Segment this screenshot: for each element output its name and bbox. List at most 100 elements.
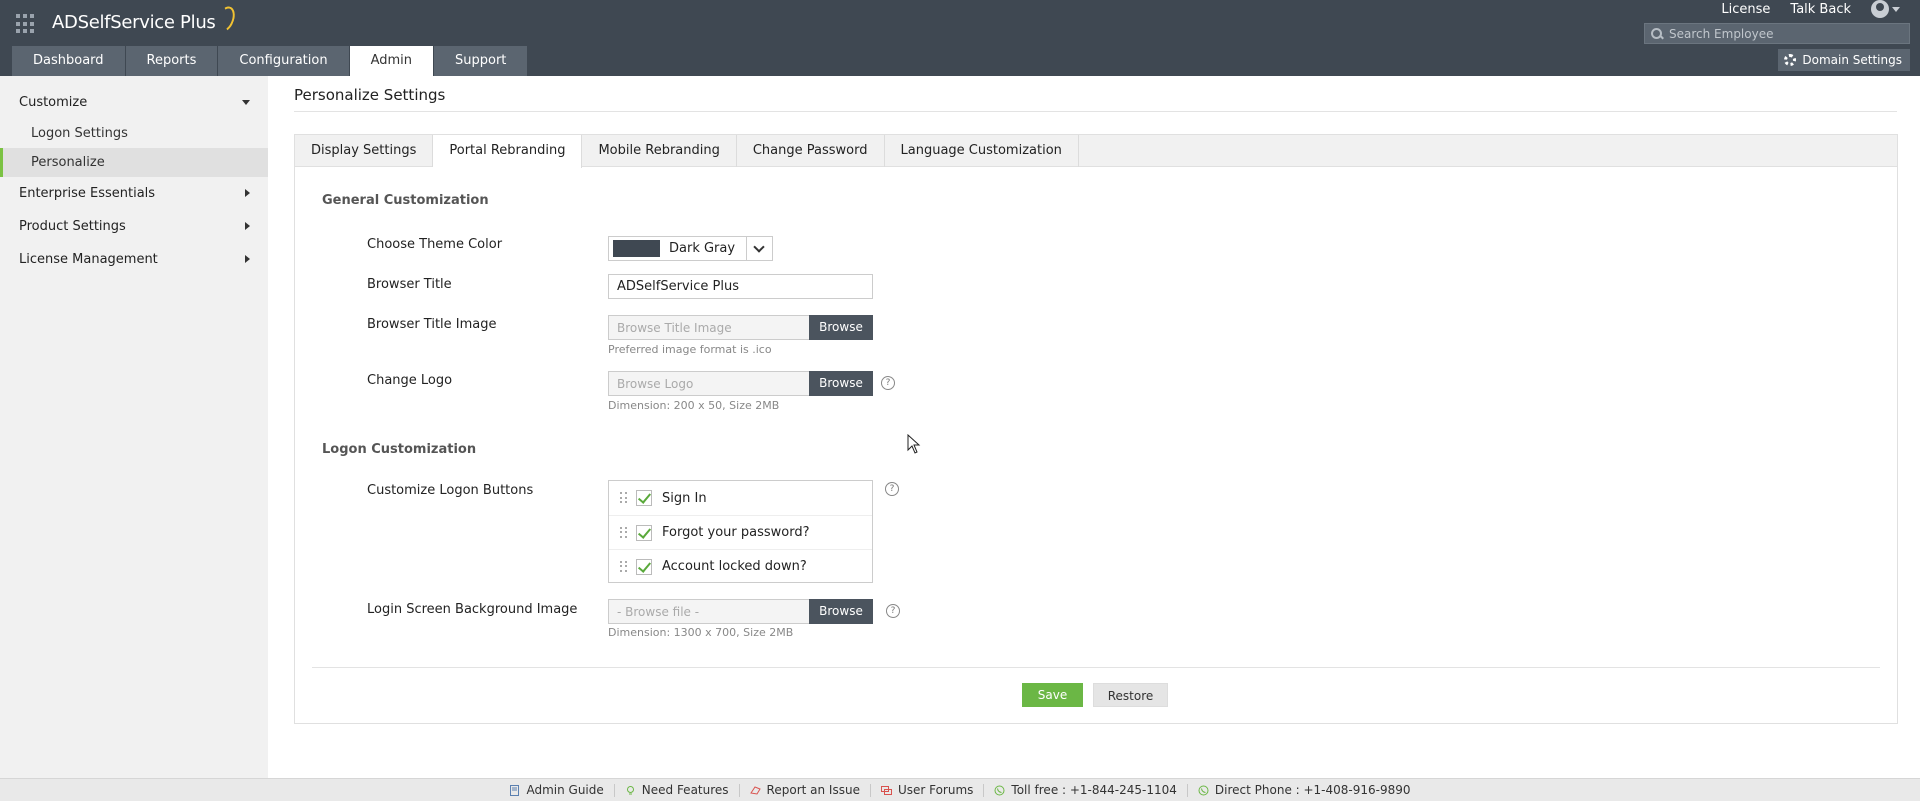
lightbulb-icon <box>626 785 634 794</box>
caret-down-icon <box>242 100 250 105</box>
browser-title-label: Browser Title <box>367 277 452 292</box>
divider <box>738 783 740 797</box>
top-links: License Talk Back <box>1701 0 1900 18</box>
sidebar-item-enterprise-essentials[interactable]: Enterprise Essentials <box>0 177 268 210</box>
drag-handle-icon[interactable] <box>620 526 628 539</box>
account-locked-checkbox[interactable] <box>636 558 652 575</box>
sign-in-checkbox[interactable] <box>636 490 652 506</box>
nav-tab-support[interactable]: Support <box>434 46 528 76</box>
page-title: Personalize Settings <box>294 86 446 104</box>
search-input[interactable] <box>1669 26 1899 41</box>
nav-tab-dashboard[interactable]: Dashboard <box>12 46 125 76</box>
license-link[interactable]: License <box>1721 2 1770 17</box>
logo-hint: Dimension: 200 x 50, Size 2MB <box>608 399 780 412</box>
browse-logo-button[interactable]: Browse <box>809 371 873 396</box>
app-grid-icon[interactable] <box>16 14 36 34</box>
nav-tab-reports[interactable]: Reports <box>125 46 218 76</box>
list-item[interactable]: Account locked down? <box>609 549 872 583</box>
forgot-password-checkbox[interactable] <box>636 524 652 541</box>
user-avatar-icon[interactable] <box>1871 0 1889 18</box>
toll-free-phone: Toll free : +1-844-245-1104 <box>994 783 1177 797</box>
sidebar-item-label: License Management <box>19 252 158 267</box>
logon-buttons-list: Sign In Forgot your password? Account lo… <box>608 480 873 583</box>
domain-settings-button[interactable]: Domain Settings <box>1778 49 1910 71</box>
sidebar-item-label: Enterprise Essentials <box>19 186 156 201</box>
need-features-link[interactable]: Need Features <box>625 783 729 797</box>
list-item[interactable]: Forgot your password? <box>609 515 872 549</box>
change-logo-label: Change Logo <box>367 373 453 388</box>
sidebar-item-logon-settings[interactable]: Logon Settings <box>0 119 268 148</box>
help-icon[interactable]: ? <box>885 482 899 496</box>
report-issue-link[interactable]: Report an Issue <box>749 783 860 797</box>
help-icon[interactable]: ? <box>886 604 900 618</box>
divider <box>294 111 1897 112</box>
tab-mobile-rebranding[interactable]: Mobile Rebranding <box>582 135 737 167</box>
book-icon <box>510 784 520 796</box>
forum-icon <box>880 785 892 795</box>
account-locked-label: Account locked down? <box>662 559 807 574</box>
logo-input[interactable] <box>608 371 809 396</box>
tab-language-customization[interactable]: Language Customization <box>885 135 1079 167</box>
chevron-down-icon[interactable] <box>1892 6 1900 12</box>
login-bg-hint: Dimension: 1300 x 700, Size 2MB <box>608 626 794 639</box>
sidebar-item-personalize[interactable]: Personalize <box>0 148 268 177</box>
tab-display-settings[interactable]: Display Settings <box>295 135 434 167</box>
chevron-down-icon[interactable] <box>746 237 772 260</box>
talk-back-link[interactable]: Talk Back <box>1790 2 1851 17</box>
footer-phone-label: Toll free : +1-844-245-1104 <box>1011 783 1177 797</box>
admin-guide-link[interactable]: Admin Guide <box>509 783 604 797</box>
nav-tab-configuration[interactable]: Configuration <box>218 46 349 76</box>
theme-color-label: Choose Theme Color <box>367 237 503 252</box>
browse-login-bg-button[interactable]: Browse <box>809 599 873 624</box>
gear-icon <box>1784 54 1797 66</box>
footer-bar: Admin Guide Need Features Report an Issu… <box>0 778 1920 801</box>
drag-handle-icon[interactable] <box>620 560 628 573</box>
phone-icon <box>1198 785 1209 795</box>
drag-handle-icon[interactable] <box>620 492 628 504</box>
divider <box>312 667 1880 668</box>
direct-phone: Direct Phone : +1-408-916-9890 <box>1198 783 1411 797</box>
footer-link-label: Report an Issue <box>766 783 860 797</box>
caret-right-icon <box>245 222 250 230</box>
login-bg-label: Login Screen Background Image <box>367 602 578 617</box>
caret-right-icon <box>245 189 250 197</box>
login-bg-input[interactable] <box>608 599 809 624</box>
restore-button[interactable]: Restore <box>1093 683 1168 707</box>
domain-settings-label: Domain Settings <box>1802 53 1902 67</box>
sidebar-item-label: Customize <box>19 95 88 110</box>
divider <box>1186 783 1188 797</box>
product-logo[interactable]: ADSelfService Plus <box>52 12 216 33</box>
tab-change-password[interactable]: Change Password <box>737 135 885 167</box>
sidebar-item-customize[interactable]: Customize <box>0 86 268 119</box>
forgot-password-label: Forgot your password? <box>662 525 810 540</box>
browser-title-input[interactable] <box>608 274 873 299</box>
footer-link-label: Admin Guide <box>526 783 604 797</box>
bug-icon <box>749 785 761 795</box>
save-button[interactable]: Save <box>1022 683 1083 707</box>
employee-search <box>1644 23 1910 44</box>
user-forums-link[interactable]: User Forums <box>880 783 974 797</box>
browser-title-image-input[interactable] <box>608 315 809 340</box>
divider <box>869 783 871 797</box>
footer-link-label: Need Features <box>641 783 729 797</box>
search-icon[interactable] <box>1645 24 1669 43</box>
divider <box>983 783 985 797</box>
sidebar-item-license-management[interactable]: License Management <box>0 243 268 276</box>
tab-portal-rebranding[interactable]: Portal Rebranding <box>433 135 583 168</box>
main-nav: Dashboard Reports Configuration Admin Su… <box>12 46 528 76</box>
phone-icon <box>994 785 1005 795</box>
help-icon[interactable]: ? <box>881 376 895 390</box>
theme-color-value: Dark Gray <box>669 241 736 256</box>
title-image-hint: Preferred image format is .ico <box>608 343 772 356</box>
theme-color-select[interactable]: Dark Gray <box>608 236 773 261</box>
nav-tab-admin[interactable]: Admin <box>349 46 434 76</box>
settings-panel: Display Settings Portal Rebranding Mobil… <box>294 134 1898 724</box>
app-header: ADSelfService Plus Dashboard Reports Con… <box>0 0 1920 76</box>
footer-phone-label: Direct Phone : +1-408-916-9890 <box>1214 783 1411 797</box>
sidebar-item-product-settings[interactable]: Product Settings <box>0 210 268 243</box>
footer-link-label: User Forums <box>897 783 974 797</box>
browser-title-image-label: Browser Title Image <box>367 317 497 332</box>
browse-title-image-button[interactable]: Browse <box>809 315 873 340</box>
caret-right-icon <box>245 255 250 263</box>
list-item[interactable]: Sign In <box>609 481 872 515</box>
